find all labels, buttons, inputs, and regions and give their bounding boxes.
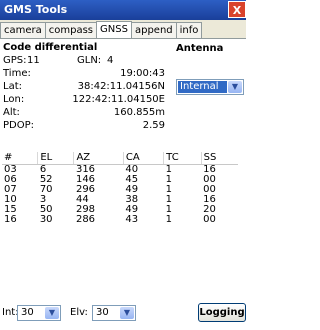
gps-label: GPS:	[3, 55, 27, 66]
chevron-down-icon[interactable]: ▼	[120, 307, 134, 319]
gnss-info: Code differential GPS: 11 GLN: 4 Time: 1…	[3, 41, 173, 132]
table-row[interactable]: 16 30 286 43 1 00	[2, 215, 238, 225]
gps-value: 11	[27, 55, 40, 66]
chevron-down-icon[interactable]: ▼	[228, 81, 242, 93]
tab-bar: camera compass GNSS append info	[0, 20, 246, 39]
time-value: 19:00:43	[120, 68, 165, 79]
altitude-label: Alt:	[3, 107, 20, 118]
satellite-table: # EL AZ CA TC SS 03 6 316 40 1 16 06 52 …	[2, 152, 238, 225]
gnss-panel: Code differential GPS: 11 GLN: 4 Time: 1…	[0, 39, 246, 327]
col-prn: #	[2, 152, 39, 165]
elevation-label: Elv:	[70, 307, 88, 318]
logging-button[interactable]: Logging	[198, 303, 246, 322]
col-ca: CA	[123, 152, 165, 165]
interval-select-value: 30	[21, 307, 34, 318]
table-cell: 286	[75, 214, 96, 225]
tab-info[interactable]: info	[175, 22, 203, 38]
pdop-row: PDOP: 2.59	[3, 119, 173, 132]
altitude-value: 160.855m	[113, 107, 165, 118]
elevation-select-value: 30	[96, 307, 109, 318]
longitude-label: Lon:	[3, 94, 25, 105]
tab-append[interactable]: append	[130, 22, 177, 38]
col-azimuth: AZ	[73, 152, 124, 165]
bottom-toolbar: Int: 30 ▼ Elv: 30 ▼ Logging	[0, 300, 246, 330]
longitude-value: 122:42:11.04150E	[72, 94, 165, 105]
table-cell: 00	[203, 214, 216, 225]
longitude-row: Lon: 122:42:11.04150E	[3, 93, 173, 106]
latitude-label: Lat:	[3, 81, 22, 92]
table-cell: 16	[4, 214, 17, 225]
tab-gnss[interactable]: GNSS	[96, 21, 132, 38]
fix-mode-heading: Code differential	[3, 42, 98, 53]
title-bar: GMS Tools X	[0, 0, 246, 20]
time-row: Time: 19:00:43	[3, 67, 173, 80]
table-cell: 1	[165, 214, 173, 225]
tab-camera[interactable]: camera	[0, 22, 46, 38]
satellite-count-row: GPS: 11 GLN: 4	[3, 54, 173, 67]
table-cell: 43	[125, 214, 139, 225]
chevron-down-icon[interactable]: ▼	[45, 307, 59, 319]
satellite-table-header: # EL AZ CA TC SS	[2, 152, 238, 165]
close-button[interactable]: X	[228, 1, 246, 18]
antenna-select[interactable]: Internal ▼	[176, 79, 244, 95]
altitude-row: Alt: 160.855m	[3, 106, 173, 119]
elevation-select[interactable]: 30 ▼	[92, 305, 136, 321]
col-ss: SS	[201, 152, 238, 165]
antenna-label: Antenna	[176, 43, 224, 54]
glonass-value: 4	[107, 55, 114, 66]
col-tc: TC	[163, 152, 202, 165]
table-cell: 30	[39, 214, 53, 225]
window-title: GMS Tools	[4, 3, 68, 16]
pdop-label: PDOP:	[3, 120, 35, 131]
glonass-label: GLN:	[77, 55, 102, 66]
time-label: Time:	[3, 68, 31, 79]
latitude-value: 38:42:11.04156N	[77, 81, 165, 92]
col-elevation: EL	[37, 152, 75, 165]
latitude-row: Lat: 38:42:11.04156N	[3, 80, 173, 93]
pdop-value: 2.59	[142, 120, 165, 131]
tab-compass[interactable]: compass	[44, 22, 98, 38]
interval-select[interactable]: 30 ▼	[17, 305, 61, 321]
antenna-select-value: Internal	[178, 81, 227, 93]
